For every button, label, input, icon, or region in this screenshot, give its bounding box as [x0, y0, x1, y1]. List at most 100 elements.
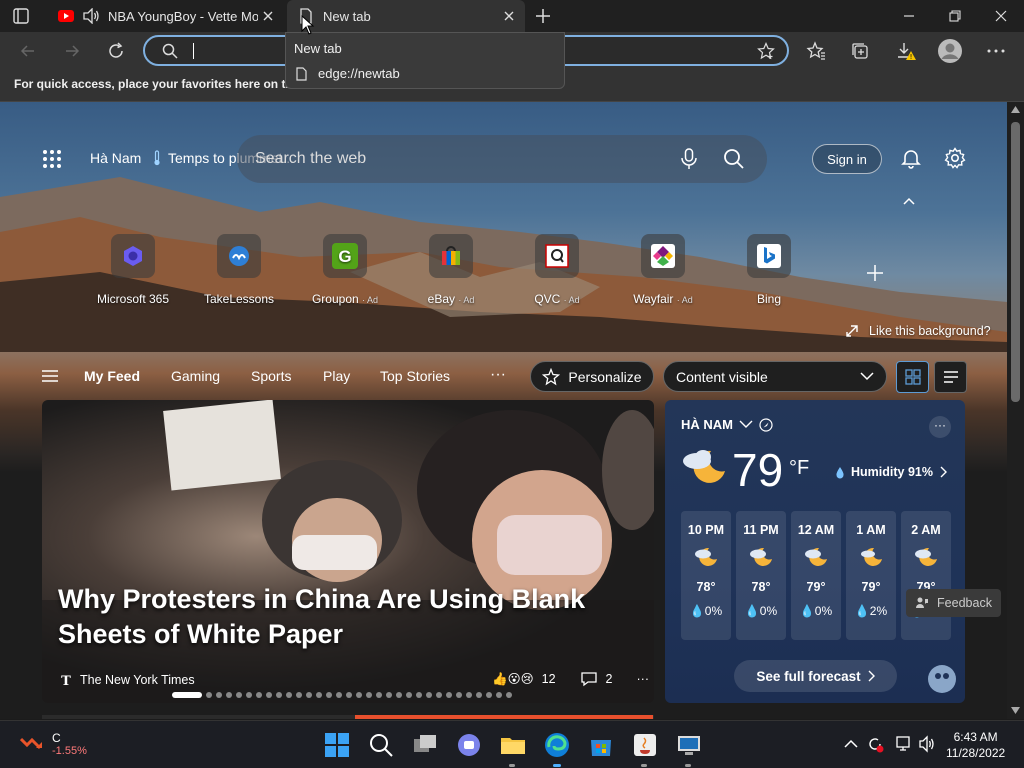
- carousel-dot[interactable]: [486, 692, 492, 698]
- carousel-dot[interactable]: [466, 692, 472, 698]
- tab-play[interactable]: Play: [323, 368, 350, 384]
- network-ethernet-icon[interactable]: [894, 735, 912, 753]
- tab-top-stories[interactable]: Top Stories: [380, 368, 450, 384]
- weather-location[interactable]: HÀ NAM: [681, 417, 773, 432]
- settings-more-icon[interactable]: [986, 41, 1006, 61]
- carousel-indicator[interactable]: [172, 692, 512, 698]
- tray-overflow-chevron-icon[interactable]: [842, 735, 860, 753]
- carousel-dot[interactable]: [246, 692, 252, 698]
- tab-my-feed[interactable]: My Feed: [84, 368, 140, 384]
- carousel-dot[interactable]: [336, 692, 342, 698]
- reaction-emojis-icon[interactable]: 👍😮😢: [492, 671, 534, 687]
- feedback-button[interactable]: Feedback: [906, 589, 1001, 617]
- close-tab-icon[interactable]: [260, 8, 276, 24]
- close-window-button[interactable]: [978, 0, 1024, 32]
- scroll-up-arrow-icon[interactable]: [1011, 106, 1020, 113]
- carousel-dot[interactable]: [416, 692, 422, 698]
- sync-error-icon[interactable]: [866, 735, 884, 753]
- weather-globe-icon[interactable]: [927, 664, 957, 694]
- tab-nba-youngboy[interactable]: NBA YoungBoy - Vette Moto: [46, 0, 284, 32]
- search-icon[interactable]: [723, 148, 745, 170]
- humidity-link[interactable]: Humidity 91%: [835, 465, 947, 479]
- hamburger-menu-icon[interactable]: [42, 370, 58, 382]
- carousel-dot[interactable]: [316, 692, 322, 698]
- notification-bell-icon[interactable]: [900, 147, 922, 169]
- carousel-dot[interactable]: [206, 692, 212, 698]
- carousel-dot[interactable]: [446, 692, 452, 698]
- weather-more-button[interactable]: ···: [929, 416, 951, 438]
- forward-arrow-icon[interactable]: [62, 41, 82, 61]
- carousel-dot[interactable]: [426, 692, 432, 698]
- carousel-dot[interactable]: [226, 692, 232, 698]
- profile-avatar-icon[interactable]: [938, 39, 962, 63]
- tab-gaming[interactable]: Gaming: [171, 368, 220, 384]
- hourly-forecast-item[interactable]: 12 AM 79° 💧0%: [791, 511, 841, 640]
- favorites-icon[interactable]: [806, 41, 826, 61]
- tab-new-tab[interactable]: New tab: [287, 0, 525, 32]
- stock-widget[interactable]: C -1.55%: [20, 731, 87, 757]
- carousel-dot[interactable]: [366, 692, 372, 698]
- quick-link-groupon[interactable]: G Groupon · Ad: [295, 234, 395, 306]
- taskbar-search-icon[interactable]: [368, 732, 394, 758]
- hero-source[interactable]: T The New York Times: [60, 673, 194, 687]
- new-tab-plus-icon[interactable]: [533, 6, 553, 26]
- comment-icon[interactable]: [580, 671, 598, 687]
- hourly-forecast-item[interactable]: 11 PM 78° 💧0%: [736, 511, 786, 640]
- web-search-input[interactable]: [255, 149, 655, 169]
- quick-link-bing[interactable]: Bing: [719, 234, 819, 306]
- tab-actions-icon[interactable]: [12, 7, 30, 25]
- content-visibility-dropdown[interactable]: Content visible: [663, 361, 887, 392]
- remote-desktop-icon[interactable]: [676, 732, 702, 758]
- carousel-dot[interactable]: [396, 692, 402, 698]
- task-view-icon[interactable]: [412, 732, 438, 758]
- downloads-warning-icon[interactable]: !: [896, 41, 916, 61]
- windows-start-icon[interactable]: [324, 732, 350, 758]
- hero-headline[interactable]: Why Protesters in China Are Using Blank …: [58, 582, 618, 652]
- carousel-dot[interactable]: [276, 692, 282, 698]
- quick-link-microsoft365[interactable]: Microsoft 365: [83, 234, 183, 306]
- carousel-dot[interactable]: [266, 692, 272, 698]
- carousel-dot[interactable]: [256, 692, 262, 698]
- carousel-dot[interactable]: [296, 692, 302, 698]
- carousel-dot[interactable]: [386, 692, 392, 698]
- system-clock[interactable]: 6:43 AM 11/28/2022: [946, 729, 1005, 761]
- grid-view-button[interactable]: [896, 361, 929, 393]
- tab-sports[interactable]: Sports: [251, 368, 291, 384]
- carousel-dot[interactable]: [346, 692, 352, 698]
- carousel-dot[interactable]: [496, 692, 502, 698]
- like-background-link[interactable]: Like this background?: [845, 324, 991, 338]
- restore-button[interactable]: [932, 0, 978, 32]
- carousel-dot[interactable]: [406, 692, 412, 698]
- java-app-icon[interactable]: [632, 732, 658, 758]
- volume-speaker-icon[interactable]: [918, 735, 936, 753]
- add-quick-link-plus-icon[interactable]: [865, 263, 885, 283]
- hourly-forecast-item[interactable]: 1 AM 79° 💧2%: [846, 511, 896, 640]
- temperature-unit[interactable]: °F: [789, 457, 809, 480]
- add-favorite-star-icon[interactable]: [757, 42, 775, 60]
- web-search-box[interactable]: [237, 135, 767, 183]
- carousel-dot[interactable]: [326, 692, 332, 698]
- quick-link-wayfair[interactable]: Wayfair · Ad: [613, 234, 713, 306]
- carousel-dot[interactable]: [376, 692, 382, 698]
- edge-browser-icon[interactable]: [544, 732, 570, 758]
- carousel-dot[interactable]: [216, 692, 222, 698]
- list-view-button[interactable]: [934, 361, 967, 393]
- locate-globe-icon[interactable]: [759, 417, 773, 432]
- carousel-dot[interactable]: [436, 692, 442, 698]
- carousel-dot[interactable]: [506, 692, 512, 698]
- collapse-chevron-up-icon[interactable]: [901, 195, 917, 207]
- sign-in-button[interactable]: Sign in: [812, 144, 882, 174]
- speaker-icon[interactable]: [82, 8, 100, 24]
- carousel-dot[interactable]: [356, 692, 362, 698]
- carousel-dot[interactable]: [476, 692, 482, 698]
- location-label[interactable]: Hà Nam: [90, 150, 141, 166]
- see-full-forecast-button[interactable]: See full forecast: [734, 660, 897, 692]
- page-settings-gear-icon[interactable]: [944, 147, 966, 169]
- file-explorer-icon[interactable]: [500, 732, 526, 758]
- refresh-icon[interactable]: [106, 41, 126, 61]
- scroll-down-arrow-icon[interactable]: [1011, 707, 1020, 714]
- quick-link-qvc[interactable]: QVC · Ad: [507, 234, 607, 306]
- hero-news-card[interactable]: Why Protesters in China Are Using Blank …: [42, 400, 654, 703]
- quick-link-ebay[interactable]: eBay · Ad: [401, 234, 501, 306]
- personalize-button[interactable]: Personalize: [530, 361, 654, 392]
